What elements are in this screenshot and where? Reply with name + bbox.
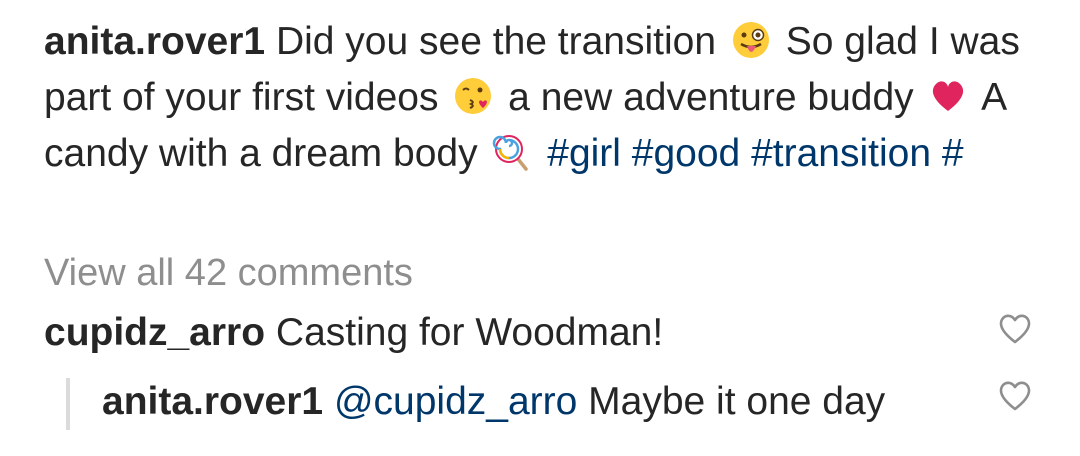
reply-text: Maybe it one day xyxy=(577,380,886,423)
view-all-comments-link[interactable]: View all 42 comments xyxy=(44,245,413,301)
caption-username[interactable]: anita.rover1 xyxy=(44,20,265,63)
hashtag-transition[interactable]: #transition xyxy=(751,132,931,175)
hashtag-empty[interactable]: # xyxy=(942,132,964,175)
face-blowing-kiss-icon xyxy=(455,78,492,114)
comment-row: cupidz_arro Casting for Woodman! xyxy=(44,305,663,361)
lollipop-icon xyxy=(493,135,529,171)
hashtag-good[interactable]: #good xyxy=(632,132,740,175)
comment-username[interactable]: cupidz_arro xyxy=(44,311,265,354)
like-comment-heart-icon[interactable] xyxy=(997,311,1033,345)
like-reply-heart-icon[interactable] xyxy=(997,378,1033,412)
comment-text: Casting for Woodman! xyxy=(265,311,664,354)
post-caption: anita.rover1 Did you see the transition … xyxy=(44,14,1044,182)
red-heart-icon xyxy=(933,81,964,111)
reply-thread-line xyxy=(66,378,70,430)
caption-text-1: Did you see the transition xyxy=(265,20,727,63)
caption-text-3: a new adventure buddy xyxy=(497,76,925,119)
hashtag-girl[interactable]: #girl xyxy=(547,132,621,175)
reply-row: anita.rover1 @cupidz_arro Maybe it one d… xyxy=(102,374,885,430)
reply-mention[interactable]: @cupidz_arro xyxy=(334,380,577,423)
winking-face-with-tongue-icon xyxy=(732,22,769,58)
reply-username[interactable]: anita.rover1 xyxy=(102,380,323,423)
